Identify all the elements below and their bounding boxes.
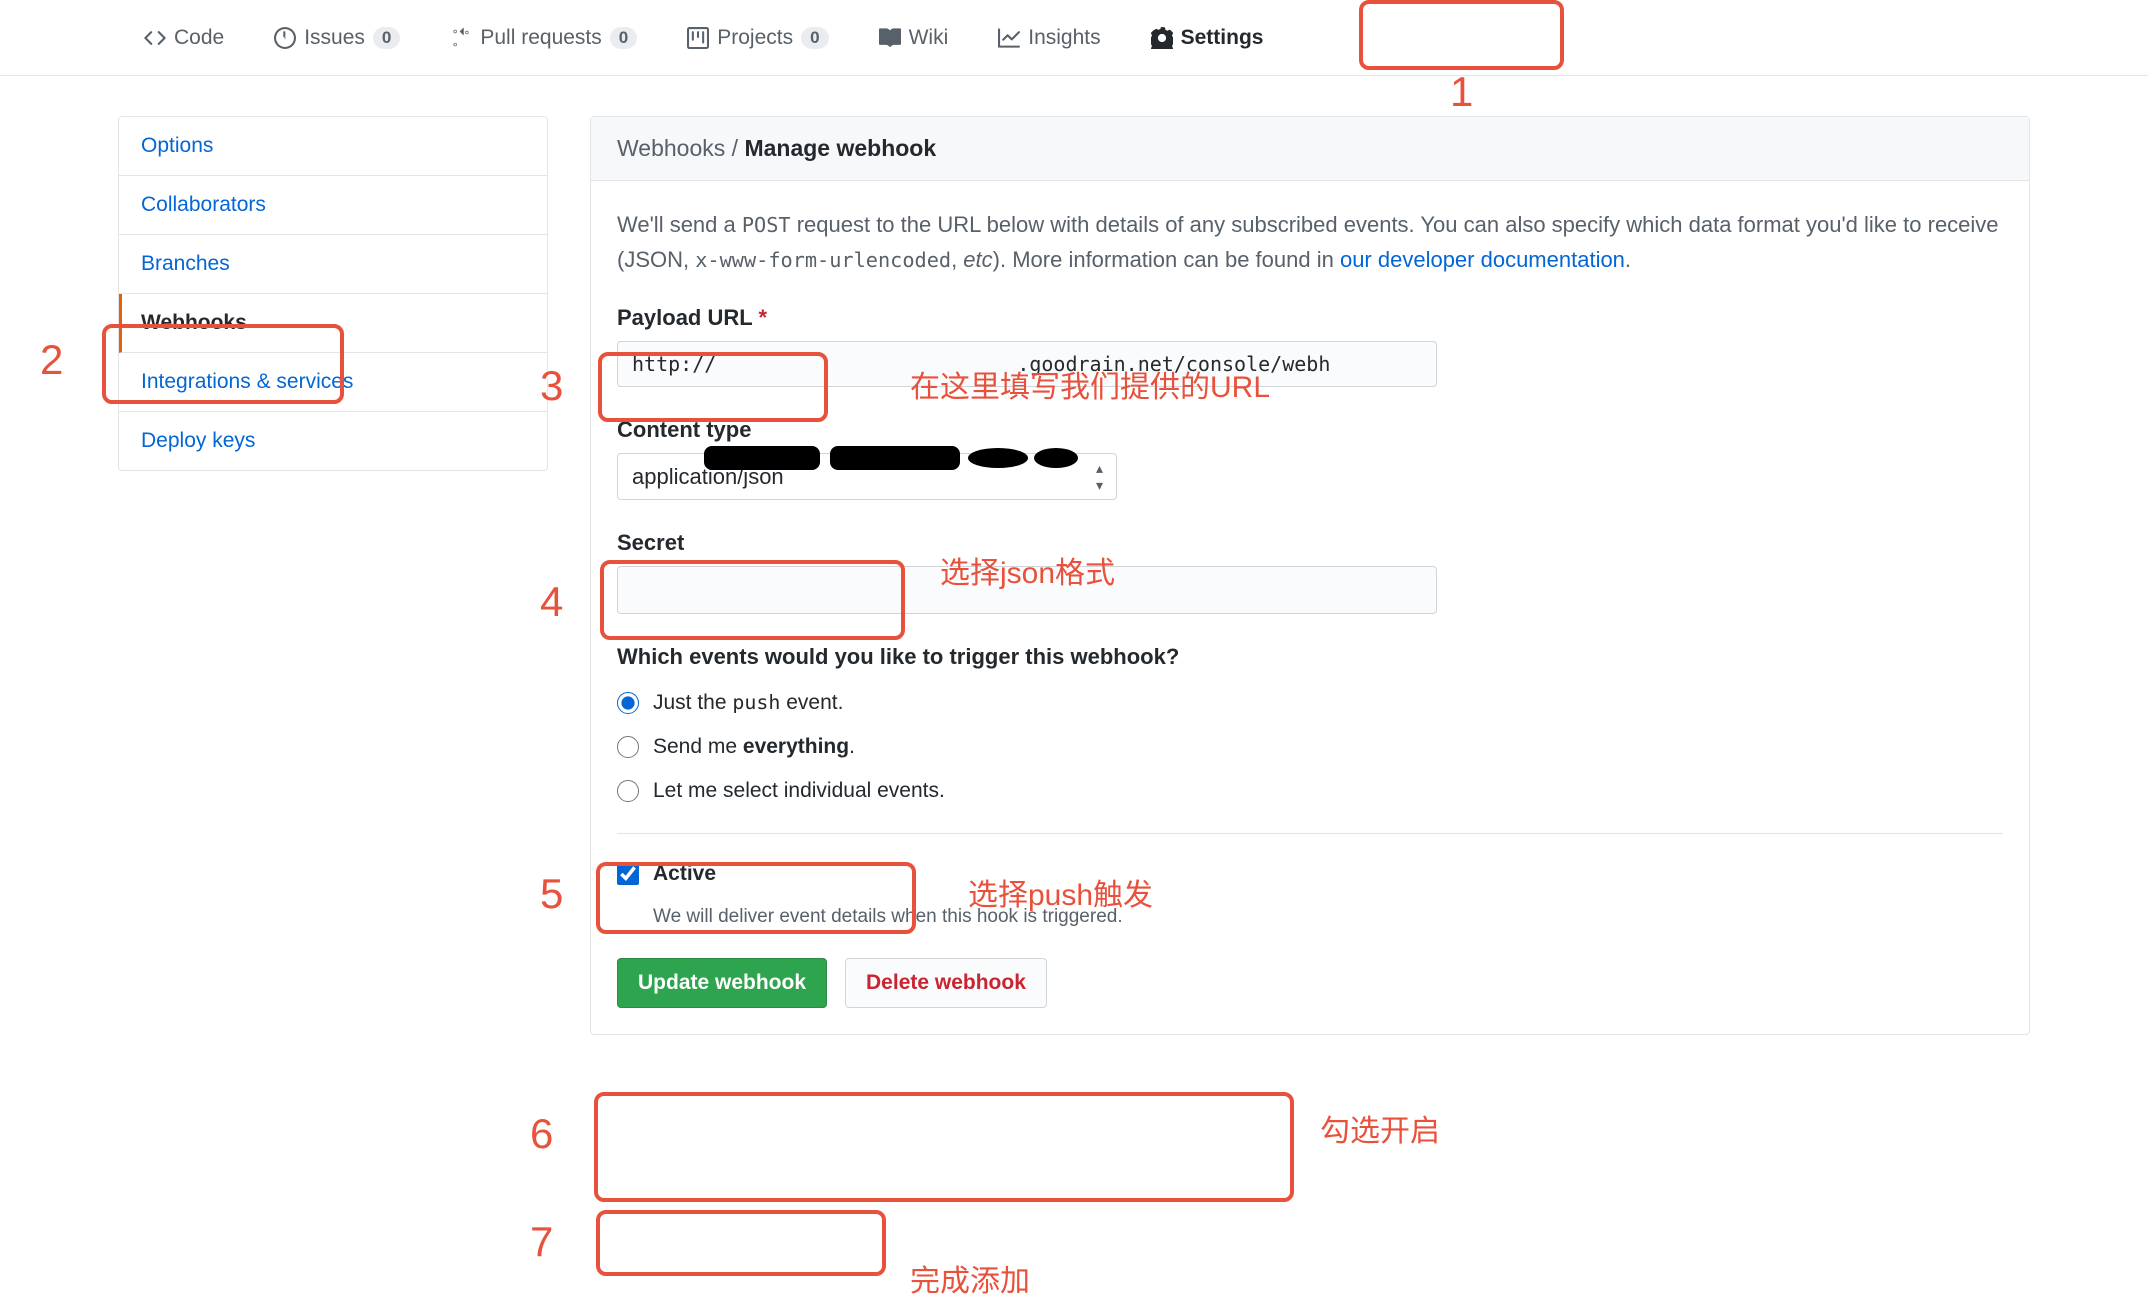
pr-count: 0 <box>610 27 637 49</box>
sidebar-item-webhooks[interactable]: Webhooks <box>119 294 547 353</box>
radio-push[interactable] <box>617 692 639 714</box>
annotation-text-7: 完成添加 <box>910 1256 1030 1300</box>
event-option-individual[interactable]: Let me select individual events. <box>617 779 2003 803</box>
sidebar-item-integrations[interactable]: Integrations & services <box>119 353 547 412</box>
breadcrumb-current: Manage webhook <box>744 135 936 161</box>
annotation-num-7: 7 <box>530 1218 553 1266</box>
event-option-push[interactable]: Just the push event. <box>617 690 2003 715</box>
annotation-box-7 <box>596 1210 886 1276</box>
sidebar-item-collaborators[interactable]: Collaborators <box>119 176 547 235</box>
panel-header: Webhooks / Manage webhook <box>591 117 2029 181</box>
payload-url-label: Payload URL * <box>617 305 2003 331</box>
radio-everything[interactable] <box>617 736 639 758</box>
payload-url-input[interactable] <box>617 341 1437 387</box>
intro-text: We'll send a POST request to the URL bel… <box>617 207 2003 277</box>
tab-label: Settings <box>1181 26 1264 50</box>
tab-wiki[interactable]: Wiki <box>875 26 953 50</box>
active-label: Active <box>653 862 716 886</box>
repo-nav: Code Issues 0 Pull requests 0 Projects 0… <box>0 0 2148 76</box>
event-option-everything[interactable]: Send me everything. <box>617 735 2003 759</box>
delete-webhook-button[interactable]: Delete webhook <box>845 958 1047 1008</box>
breadcrumb-parent[interactable]: Webhooks <box>617 135 725 161</box>
tab-code[interactable]: Code <box>140 26 228 50</box>
annotation-text-6: 勾选开启 <box>1320 1106 1440 1150</box>
update-webhook-button[interactable]: Update webhook <box>617 958 827 1008</box>
projects-icon <box>687 27 709 49</box>
tab-label: Pull requests <box>480 26 601 50</box>
active-checkbox[interactable] <box>617 863 639 885</box>
graph-icon <box>998 27 1020 49</box>
tab-insights[interactable]: Insights <box>994 26 1104 50</box>
tab-settings[interactable]: Settings <box>1147 26 1268 50</box>
active-note: We will deliver event details when this … <box>653 906 2003 928</box>
gear-icon <box>1151 27 1173 49</box>
tab-label: Code <box>174 26 224 50</box>
secret-label: Secret <box>617 530 2003 556</box>
tab-label: Insights <box>1028 26 1100 50</box>
tab-pull-requests[interactable]: Pull requests 0 <box>446 26 641 50</box>
annotation-box-6 <box>594 1092 1294 1202</box>
tab-projects[interactable]: Projects 0 <box>683 26 832 50</box>
projects-count: 0 <box>801 27 828 49</box>
issue-icon <box>274 27 296 49</box>
sidebar-item-options[interactable]: Options <box>119 117 547 176</box>
radio-individual[interactable] <box>617 780 639 802</box>
book-icon <box>879 27 901 49</box>
webhook-panel: Webhooks / Manage webhook We'll send a P… <box>590 116 2030 1035</box>
annotation-num-6: 6 <box>530 1110 553 1158</box>
content-type-select[interactable]: application/json <box>617 453 1117 500</box>
docs-link[interactable]: our developer documentation <box>1340 247 1625 272</box>
events-label: Which events would you like to trigger t… <box>617 644 2003 670</box>
pr-icon <box>450 27 472 49</box>
tab-issues[interactable]: Issues 0 <box>270 26 404 50</box>
tab-label: Projects <box>717 26 793 50</box>
required-indicator: * <box>758 305 767 330</box>
sidebar-item-branches[interactable]: Branches <box>119 235 547 294</box>
tab-label: Issues <box>304 26 365 50</box>
settings-sidebar: Options Collaborators Branches Webhooks … <box>118 116 548 471</box>
content-type-label: Content type <box>617 417 2003 443</box>
tab-label: Wiki <box>909 26 949 50</box>
secret-input[interactable] <box>617 566 1437 614</box>
issues-count: 0 <box>373 27 400 49</box>
breadcrumb: Webhooks / Manage webhook <box>617 135 936 161</box>
separator <box>617 833 2003 834</box>
sidebar-item-deploy-keys[interactable]: Deploy keys <box>119 412 547 470</box>
active-checkbox-row[interactable]: Active <box>617 862 2003 886</box>
code-icon <box>144 27 166 49</box>
